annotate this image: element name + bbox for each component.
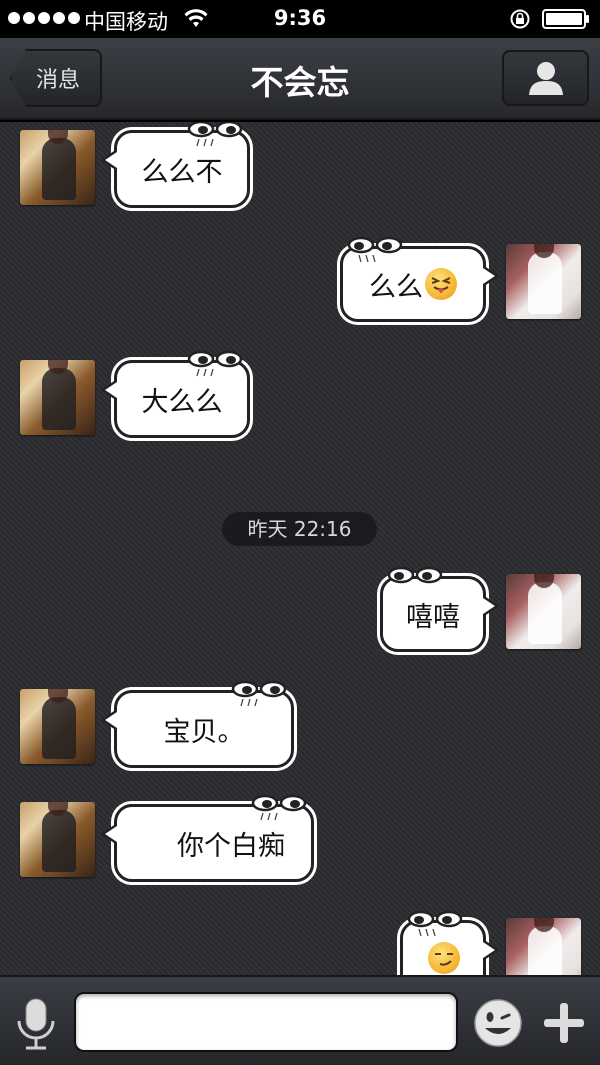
- smiley-icon: [474, 999, 522, 1047]
- tongue-out-emoji-icon: [425, 268, 457, 300]
- my-avatar[interactable]: [506, 574, 581, 649]
- my-avatar[interactable]: [506, 244, 581, 319]
- message-bubble-received[interactable]: 么么不: [101, 122, 250, 208]
- message-text: 你个白痴: [177, 830, 285, 862]
- microphone-icon: [17, 998, 55, 1050]
- cartoon-eyes-icon: [187, 350, 243, 377]
- message-text: 嘻嘻: [406, 601, 460, 633]
- contact-avatar[interactable]: [20, 360, 95, 435]
- contact-info-button[interactable]: [502, 50, 589, 106]
- input-bar: [0, 975, 600, 1065]
- my-avatar[interactable]: [506, 918, 581, 975]
- message-bubble-received[interactable]: 大么么: [101, 350, 250, 438]
- message-text: 么么不: [141, 156, 223, 188]
- more-options-button[interactable]: [541, 998, 587, 1048]
- voice-input-button[interactable]: [14, 997, 58, 1053]
- contact-avatar[interactable]: [20, 689, 95, 764]
- message-text: 么么: [369, 271, 423, 303]
- navigation-bar: 消息 不会忘: [0, 38, 600, 120]
- message-text: 大么么: [141, 386, 223, 418]
- message-bubble-received[interactable]: 你个白痴: [101, 794, 314, 882]
- cartoon-eyes-icon: [347, 236, 403, 263]
- smirk-emoji-icon: [428, 942, 460, 974]
- person-icon: [528, 62, 563, 95]
- emoji-button[interactable]: [473, 998, 523, 1048]
- message-bubble-sent[interactable]: [400, 910, 499, 975]
- cartoon-eyes-icon: [231, 680, 287, 707]
- cartoon-eyes-icon: [251, 794, 307, 821]
- time-divider: 昨天 22:16: [222, 512, 377, 546]
- message-bubble-sent[interactable]: 嘻嘻: [380, 566, 499, 652]
- chat-area[interactable]: 么么不 么么 大么么 昨天 22:16 嘻嘻 宝贝。 你个白痴: [0, 122, 600, 975]
- message-text: 宝贝。: [163, 716, 245, 748]
- status-bar: 中国移动 9:36: [0, 0, 600, 38]
- plus-icon: [544, 1003, 584, 1043]
- rotation-lock-icon: [509, 8, 531, 35]
- message-input[interactable]: [74, 992, 458, 1052]
- contact-avatar[interactable]: [20, 130, 95, 205]
- battery-icon: [542, 9, 590, 34]
- message-bubble-received[interactable]: 宝贝。: [101, 680, 294, 768]
- cartoon-eyes-icon: [187, 122, 243, 147]
- cartoon-eyes-icon: [387, 566, 443, 584]
- cartoon-eyes-icon: [407, 910, 463, 937]
- contact-avatar[interactable]: [20, 802, 95, 877]
- message-bubble-sent[interactable]: 么么: [340, 236, 499, 322]
